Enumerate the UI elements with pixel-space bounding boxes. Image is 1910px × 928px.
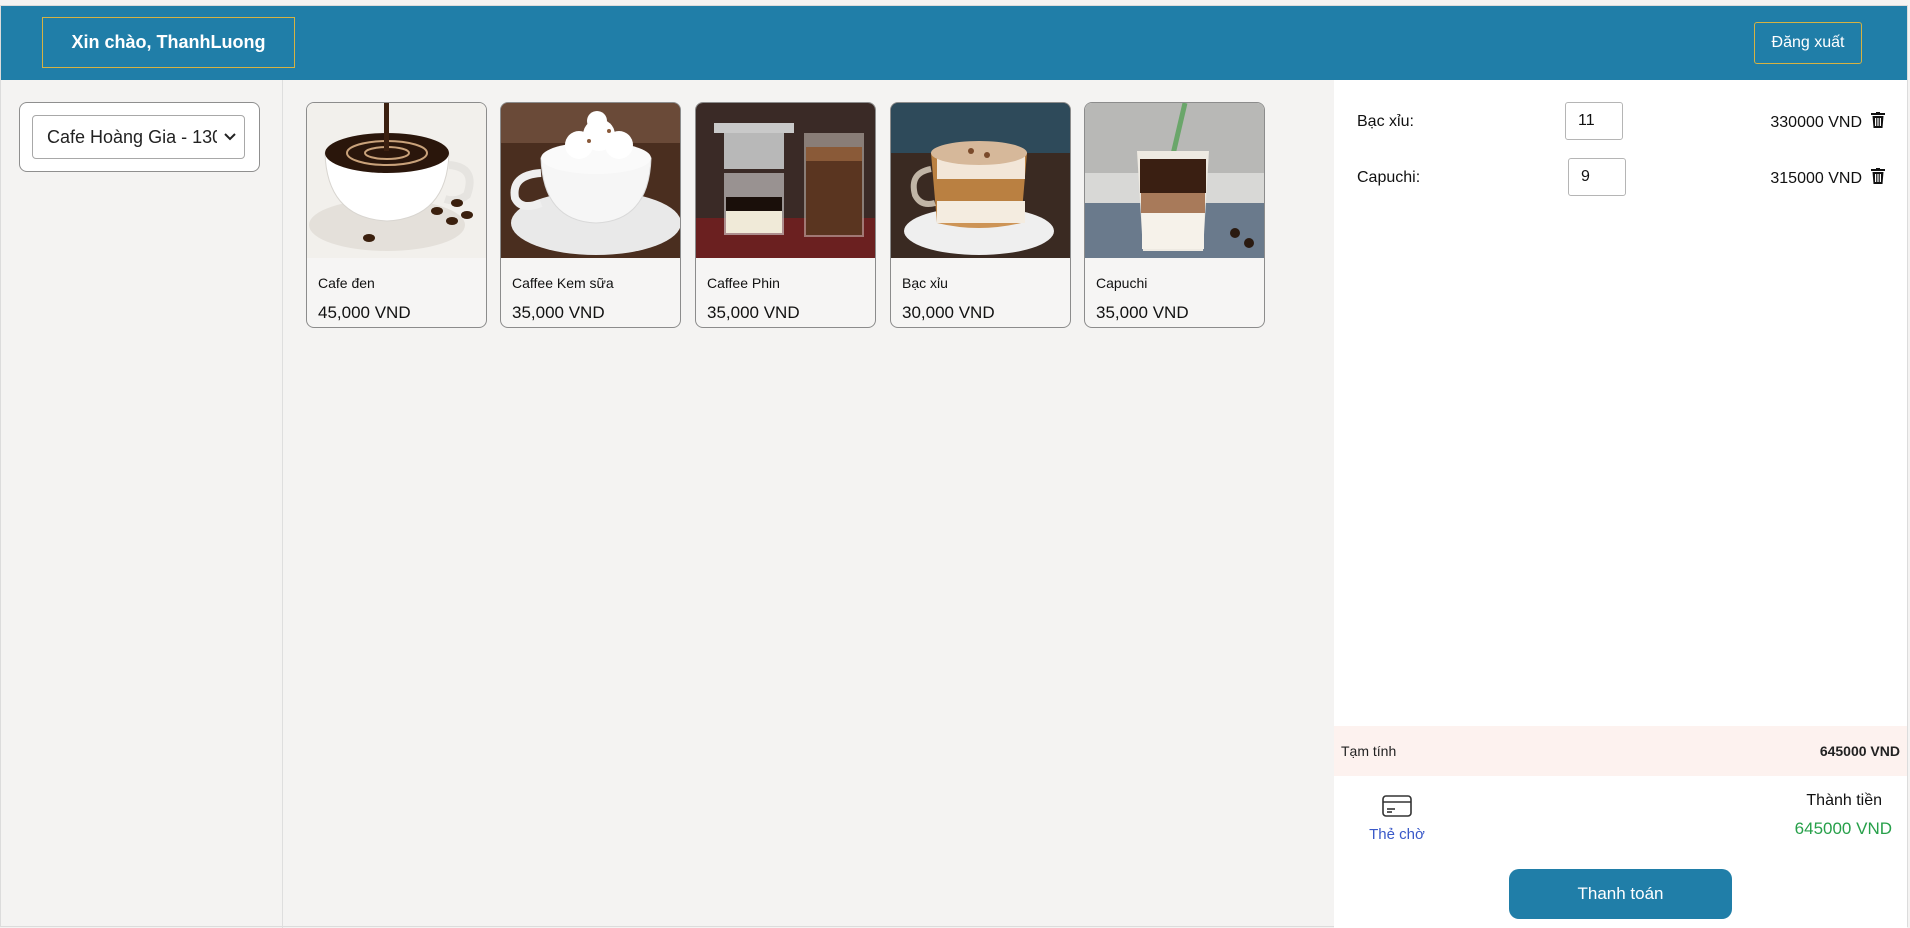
product-name: Caffee Kem sữa <box>512 275 614 291</box>
order-item-total: 315000 VND <box>1770 170 1862 187</box>
subtotal-value: 645000 VND <box>1819 743 1900 759</box>
quantity-input[interactable]: 11 <box>1565 102 1623 140</box>
product-price: 30,000 VND <box>902 303 995 322</box>
product-name: Bạc xỉu <box>902 275 948 291</box>
product-image-black-coffee <box>307 103 486 258</box>
order-item-row: Capuchi: 9 315000 VND <box>1334 158 1907 198</box>
product-image-capuchi <box>1085 103 1264 258</box>
order-panel: Bạc xỉu: 11 330000 VND Capuchi: 9 315000… <box>1334 80 1907 928</box>
pos-app: Xin chào, ThanhLuong Đăng xuất Cafe Hoàn… <box>0 5 1908 928</box>
card-wait-button[interactable]: Thẻ chờ <box>1362 795 1432 843</box>
order-item-name: Bạc xỉu: <box>1357 113 1414 130</box>
product-price: 45,000 VND <box>318 303 411 322</box>
product-image-bac-xiu <box>891 103 1070 258</box>
final-total-label: Thành tiền <box>1806 792 1882 809</box>
product-image-cream-coffee <box>501 103 680 258</box>
order-item-total: 330000 VND <box>1770 114 1862 131</box>
trash-icon[interactable] <box>1871 168 1885 184</box>
product-price: 35,000 VND <box>707 303 800 322</box>
pay-button[interactable]: Thanh toán <box>1509 869 1732 919</box>
product-price: 35,000 VND <box>512 303 605 322</box>
chevron-down-icon <box>224 130 236 145</box>
product-price: 35,000 VND <box>1096 303 1189 322</box>
product-card[interactable]: Capuchi 35,000 VND <box>1084 102 1265 328</box>
product-name: Capuchi <box>1096 275 1148 291</box>
order-item-name: Capuchi: <box>1357 169 1421 186</box>
trash-icon[interactable] <box>1871 112 1885 128</box>
product-name: Cafe đen <box>318 275 375 291</box>
greeting-label: Xin chào, ThanhLuong <box>42 17 295 68</box>
logout-button[interactable]: Đăng xuất <box>1754 22 1862 64</box>
product-image-phin-coffee <box>696 103 875 258</box>
subtotal-bar: Tạm tính 645000 VND <box>1334 726 1907 776</box>
final-total-value: 645000 VND <box>1794 819 1892 838</box>
order-item-row: Bạc xỉu: 11 330000 VND <box>1334 102 1907 142</box>
store-select-container: Cafe Hoàng Gia - 130 <box>19 102 260 172</box>
product-card[interactable]: Bạc xỉu 30,000 VND <box>890 102 1071 328</box>
subtotal-label: Tạm tính <box>1341 743 1397 759</box>
store-panel: Cafe Hoàng Gia - 130 <box>1 80 283 928</box>
product-card[interactable]: Caffee Phin 35,000 VND <box>695 102 876 328</box>
card-wait-label: Thẻ chờ <box>1369 826 1425 843</box>
quantity-input[interactable]: 9 <box>1568 158 1626 196</box>
product-name: Caffee Phin <box>707 275 780 291</box>
store-select[interactable]: Cafe Hoàng Gia - 130 <box>32 115 245 159</box>
store-select-value: Cafe Hoàng Gia - 130 <box>47 126 217 147</box>
product-card[interactable]: Caffee Kem sữa 35,000 VND <box>500 102 681 328</box>
product-card[interactable]: Cafe đen 45,000 VND <box>306 102 487 328</box>
header-bar: Xin chào, ThanhLuong Đăng xuất <box>1 6 1907 80</box>
credit-card-icon <box>1382 795 1412 817</box>
